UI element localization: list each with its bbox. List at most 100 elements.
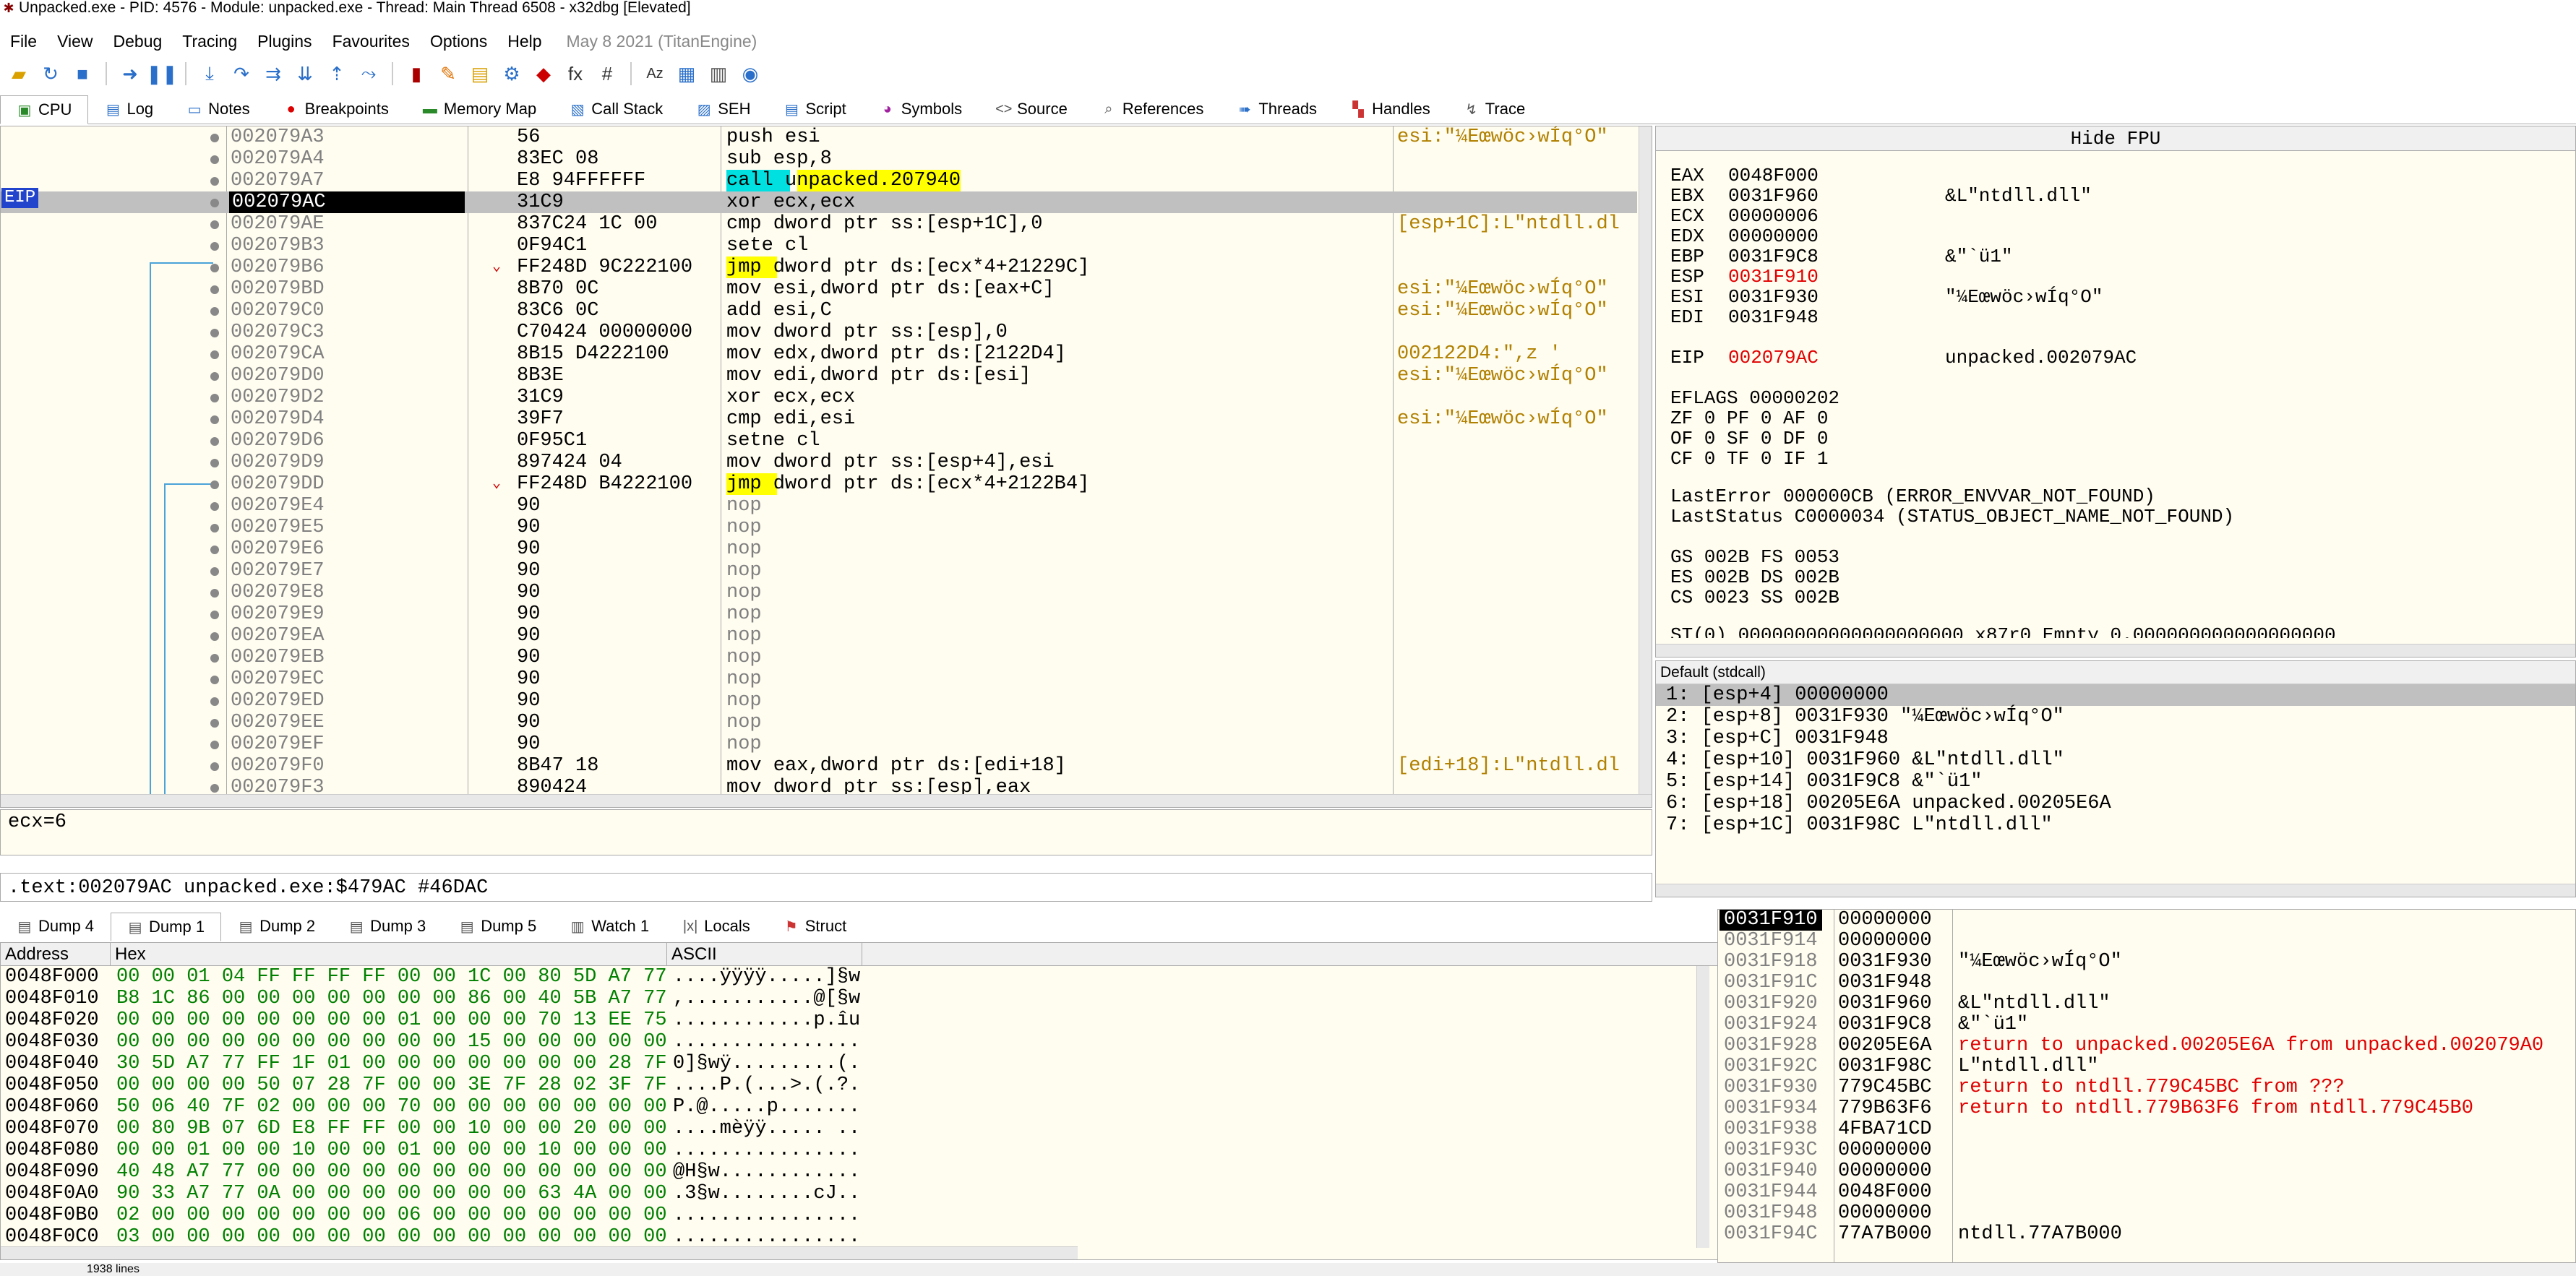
trace-over-icon[interactable]: ⇊ <box>292 61 318 87</box>
breakpoint-dot[interactable] <box>210 415 219 424</box>
disasm-row[interactable]: 002079E5 90 nop <box>1 517 1637 538</box>
labels-icon[interactable]: ⚙ <box>499 61 525 87</box>
disasm-row[interactable]: 002079EE 90 nop <box>1 712 1637 733</box>
dump-row[interactable]: 0048F0A0 90 33 A7 77 0A 00 00 00 00 00 00… <box>1 1183 1720 1204</box>
register-esi[interactable]: ESI 0031F930 "¼Eœwöc›wÍq°O" <box>1656 287 2575 307</box>
segment-row[interactable]: CS 0023 SS 002B <box>1656 587 2575 608</box>
argument-row[interactable]: 5: [esp+14] 0031F9C8 &"`ü1" <box>1656 771 2575 793</box>
stack-row[interactable]: 0031F918 0031F930 "¼Eœwöc›wÍq°O" <box>1718 952 2575 973</box>
column-hex[interactable]: Hex <box>111 943 667 965</box>
disasm-row[interactable]: 002079B3 0F94C1 sete cl <box>1 235 1637 257</box>
breakpoint-dot[interactable] <box>210 285 219 294</box>
disassembly-view[interactable]: 002079A3 56 push esi esi:"¼Eœwöc›wÍq°O" 0020… <box>0 126 1652 808</box>
breakpoint-dot[interactable] <box>210 632 219 641</box>
disasm-row[interactable]: 002079EB 90 nop <box>1 647 1637 668</box>
menu-options[interactable]: Options <box>420 32 497 51</box>
step-over-icon[interactable]: ↷ <box>228 61 254 87</box>
breakpoint-dot[interactable] <box>210 546 219 554</box>
breakpoint-dot[interactable] <box>210 741 219 749</box>
menu-tracing[interactable]: Tracing <box>172 32 247 51</box>
argument-row[interactable]: 1: [esp+4] 00000000 <box>1656 684 2575 706</box>
variables-icon[interactable]: # <box>594 61 620 87</box>
tab-source[interactable]: <> Source <box>979 95 1084 124</box>
disasm-row[interactable]: 002079E7 90 nop <box>1 560 1637 582</box>
breakpoint-dot[interactable] <box>210 654 219 663</box>
menu-help[interactable]: Help <box>497 32 551 51</box>
dump-hscroll[interactable] <box>1 1246 1078 1259</box>
disasm-row[interactable]: 002079BD 8B70 0C mov esi,dword ptr ds:[eax… <box>1 278 1637 300</box>
functions-icon[interactable]: fx <box>562 61 588 87</box>
breakpoint-dot[interactable] <box>210 437 219 446</box>
disasm-row[interactable]: 002079A4 83EC 08 sub esp,8 <box>1 148 1637 170</box>
register-eip[interactable]: EIP 002079AC unpacked.002079AC <box>1656 348 2575 368</box>
pause-icon[interactable]: ❚❚ <box>146 61 178 87</box>
comments-icon[interactable]: ▤ <box>467 61 493 87</box>
disasm-row[interactable]: 002079EA 90 nop <box>1 625 1637 647</box>
disasm-row[interactable]: 002079D6 0F95C1 setne cl <box>1 430 1637 452</box>
stack-row[interactable]: 0031F944 0048F000 <box>1718 1182 2575 1203</box>
argument-row[interactable]: 3: [esp+C] 0031F948 <box>1656 728 2575 749</box>
breakpoint-dot[interactable] <box>210 264 219 272</box>
flags-row[interactable]: CF 0 TF 0 IF 1 <box>1656 449 2575 469</box>
segment-row[interactable]: GS 002B FS 0053 <box>1656 547 2575 567</box>
breakpoint-dot[interactable] <box>210 394 219 402</box>
breakpoint-dot[interactable] <box>210 502 219 511</box>
disasm-hscroll[interactable] <box>1 794 1652 807</box>
globe-icon[interactable]: ◉ <box>737 61 763 87</box>
stack-row[interactable]: 0031F940 00000000 <box>1718 1161 2575 1182</box>
menu-plugins[interactable]: Plugins <box>247 32 322 51</box>
stack-row[interactable]: 0031F94C 77A7B000 ntdll.77A7B000 <box>1718 1224 2575 1245</box>
trace-into-icon[interactable]: ⇉ <box>260 61 286 87</box>
register-edx[interactable]: EDX 00000000 <box>1656 226 2575 246</box>
disasm-row[interactable]: 002079D0 8B3E mov edi,dword ptr ds:[esi] es… <box>1 365 1637 387</box>
dump-row[interactable]: 0048F000 00 00 01 04 FF FF FF FF 00 00 1C… <box>1 966 1720 988</box>
breakpoint-dot[interactable] <box>210 676 219 684</box>
stack-row[interactable]: 0031F91C 0031F948 <box>1718 973 2575 993</box>
disasm-row[interactable]: 002079CA 8B15 D4222100 mov edx,dword ptr d… <box>1 343 1637 365</box>
column-ascii[interactable]: ASCII <box>667 943 862 965</box>
disasm-row[interactable]: 002079EF 90 nop <box>1 733 1637 755</box>
tab-dump-2[interactable]: ▤ Dump 2 <box>221 912 332 941</box>
last-error[interactable]: LastError 000000CB (ERROR_ENVVAR_NOT_FOU… <box>1656 486 2575 506</box>
column-address[interactable]: Address <box>1 943 111 965</box>
tab-trace[interactable]: ↯ Trace <box>1447 95 1542 124</box>
dump-row[interactable]: 0048F060 50 06 40 7F 02 00 00 00 70 00 00… <box>1 1096 1720 1118</box>
dump-row[interactable]: 0048F010 B8 1C 86 00 00 00 00 00 00 00 86… <box>1 988 1720 1009</box>
dump-row[interactable]: 0048F070 00 80 9B 07 6D E8 FF FF 00 00 10… <box>1 1118 1720 1139</box>
patch-icon[interactable]: ✎ <box>435 61 461 87</box>
tab-dump-3[interactable]: ▤ Dump 3 <box>332 912 442 941</box>
register-ebx[interactable]: EBX 0031F960 &L"ntdll.dll" <box>1656 186 2575 206</box>
tab-cpu[interactable]: ▣ CPU <box>0 95 89 124</box>
tab-locals[interactable]: |x| Locals <box>666 912 767 941</box>
breakpoint-dot[interactable] <box>210 372 219 381</box>
stack-row[interactable]: 0031F934 779B63F6 return to ntdll.779B63F6… <box>1718 1098 2575 1119</box>
stop-icon[interactable]: ■ <box>69 61 95 87</box>
argument-row[interactable]: 2: [esp+8] 0031F930 "¼Eœwöc›wÍq°O" <box>1656 706 2575 728</box>
tab-symbols[interactable]: ◕ Symbols <box>863 95 979 124</box>
tab-dump-5[interactable]: ▤ Dump 5 <box>442 912 553 941</box>
disasm-row[interactable]: 002079D4 39F7 cmp edi,esi esi:"¼Eœwöc›wÍq°O… <box>1 408 1637 430</box>
breakpoint-dot[interactable] <box>210 177 219 186</box>
breakpoint-dot[interactable] <box>210 567 219 576</box>
eflags[interactable]: EFLAGS 00000202 <box>1656 388 2575 408</box>
segment-row[interactable]: ES 002B DS 002B <box>1656 567 2575 587</box>
flags-row[interactable]: ZF 0 PF 0 AF 0 <box>1656 408 2575 428</box>
breakpoint-dot[interactable] <box>210 199 219 207</box>
flags-row[interactable]: OF 0 SF 0 DF 0 <box>1656 428 2575 449</box>
stack-row[interactable]: 0031F93C 00000000 <box>1718 1140 2575 1161</box>
run-icon[interactable]: ➜ <box>117 61 143 87</box>
stack-row[interactable]: 0031F92C 0031F98C L"ntdll.dll" <box>1718 1056 2575 1077</box>
dump-row[interactable]: 0048F040 30 5D A7 77 FF 1F 01 00 00 00 00… <box>1 1053 1720 1074</box>
disasm-row[interactable]: 002079B6 ⌄ FF248D 9C222100 jmp dword ptr ds… <box>1 257 1637 278</box>
disasm-row[interactable]: 002079AE 837C24 1C 00 cmp dword ptr ss:[es… <box>1 213 1637 235</box>
register-edi[interactable]: EDI 0031F948 <box>1656 307 2575 327</box>
disasm-row[interactable]: 002079E8 90 nop <box>1 582 1637 603</box>
dump-row[interactable]: 0048F0C0 03 00 00 00 00 00 00 00 00 00 00… <box>1 1226 1720 1248</box>
argument-row[interactable]: 6: [esp+18] 00205E6A unpacked.00205E6A <box>1656 793 2575 814</box>
tab-call-stack[interactable]: ▧ Call Stack <box>553 95 679 124</box>
call-arguments-panel[interactable]: Default (stdcall) 1: [esp+4] 00000000 2: … <box>1655 660 2576 897</box>
tab-handles[interactable]: ▚ Handles <box>1334 95 1447 124</box>
restart-icon[interactable]: ↻ <box>38 61 64 87</box>
register-ebp[interactable]: EBP 0031F9C8 &"`ü1" <box>1656 246 2575 267</box>
bookmarks-icon[interactable]: ◆ <box>531 61 557 87</box>
